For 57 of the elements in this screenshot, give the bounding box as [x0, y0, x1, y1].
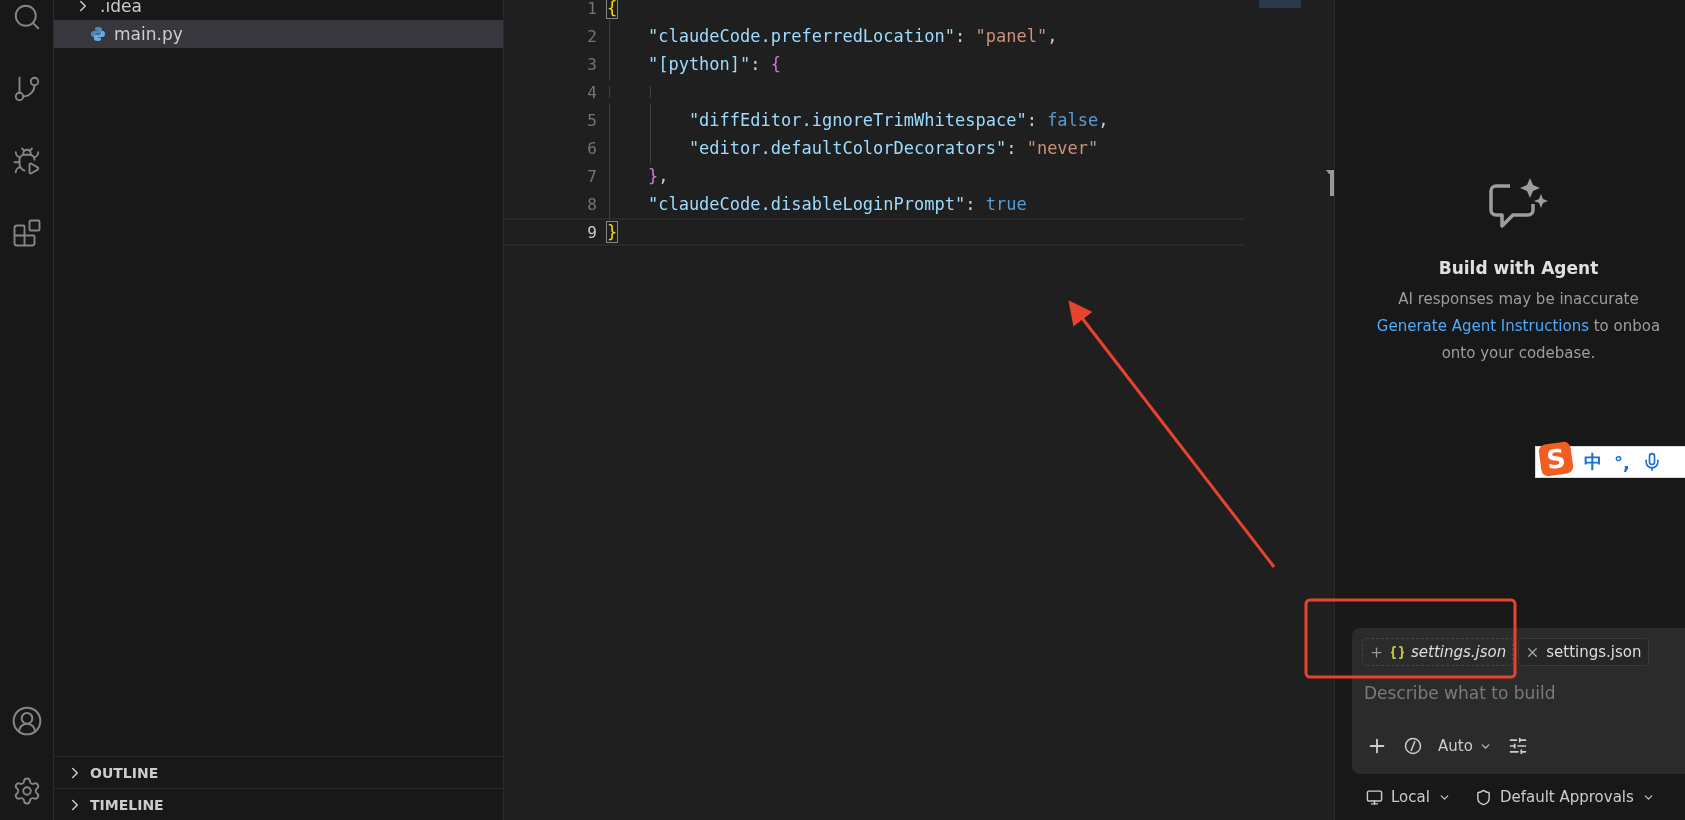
ime-option[interactable]: 中	[1584, 450, 1602, 474]
line-number: 4	[586, 82, 597, 102]
code-token: }	[607, 222, 618, 242]
code-token: true	[985, 194, 1027, 214]
code-token: "claudeCode.disableLoginPrompt"	[646, 194, 966, 214]
code-token: ,	[1098, 110, 1109, 130]
section-title: OUTLINE	[90, 764, 159, 781]
code-token: :	[1006, 138, 1018, 158]
prompt-input[interactable]: Describe what to build	[1362, 674, 1675, 712]
settings-icon[interactable]	[1507, 736, 1528, 756]
code-token: :	[750, 54, 762, 74]
code-token: }	[646, 166, 659, 186]
footer-dropdown[interactable]: Default Approvals	[1474, 788, 1655, 806]
code-token: "panel"	[975, 26, 1048, 46]
line-number: 1	[586, 0, 597, 18]
section-title: TIMELINE	[90, 796, 164, 813]
code-token: "claudeCode.preferredLocation"	[646, 26, 955, 46]
line-number: 5	[586, 110, 597, 130]
code-token: :	[965, 194, 977, 214]
instructions-link[interactable]: Generate Agent Instructions	[1376, 317, 1589, 335]
code-token: "diffEditor.ignoreTrimWhitespace"	[687, 110, 1027, 130]
code-token: false	[1047, 110, 1099, 130]
code-token: ,	[658, 166, 669, 186]
line-number: 8	[586, 194, 597, 214]
panel-section-header[interactable]: TIMELINE	[54, 788, 503, 820]
add-icon	[1369, 644, 1384, 660]
line-number: 9	[586, 222, 597, 242]
code-token: {	[770, 54, 782, 74]
code-token: "editor.defaultColorDecorators"	[687, 138, 1007, 158]
shield-icon	[1474, 788, 1492, 806]
code-token: "never"	[1026, 138, 1099, 158]
monitor-icon	[1366, 788, 1383, 806]
line-number: 3	[586, 54, 597, 74]
code-token: :	[955, 26, 967, 46]
file-name: .idea	[100, 0, 142, 16]
empty-state-title: Build with Agent	[1438, 258, 1599, 278]
code-token: ,	[1047, 26, 1058, 46]
footer-dropdown[interactable]: Local	[1366, 788, 1451, 806]
line-number: 6	[586, 138, 597, 158]
panel-section-header[interactable]: OUTLINE	[54, 756, 503, 788]
mode-dropdown[interactable]: Auto	[1438, 737, 1492, 755]
code-token: "[python]"	[646, 54, 751, 74]
code-token: {	[607, 0, 618, 18]
context-chip[interactable]: settings.json	[1518, 638, 1649, 666]
file-name: main.py	[114, 24, 183, 44]
file-tree-item[interactable]: .idea	[54, 0, 503, 20]
code-token: :	[1026, 110, 1038, 130]
minimap-drawing	[1259, 0, 1301, 8]
code-mode-icon[interactable]	[1404, 737, 1422, 755]
empty-state-description: AI responses may be inaccurate Generate Agent Instructions to onboa onto your codebase.	[1376, 289, 1661, 364]
ime-option[interactable]: °,	[1614, 451, 1630, 473]
python-icon	[90, 26, 106, 42]
file-tree-item[interactable]: main.py	[54, 20, 503, 48]
line-number: 2	[586, 26, 597, 46]
line-number: 7	[586, 166, 597, 186]
braces-icon	[1390, 644, 1405, 660]
context-chip[interactable]: settings.json	[1362, 638, 1514, 666]
